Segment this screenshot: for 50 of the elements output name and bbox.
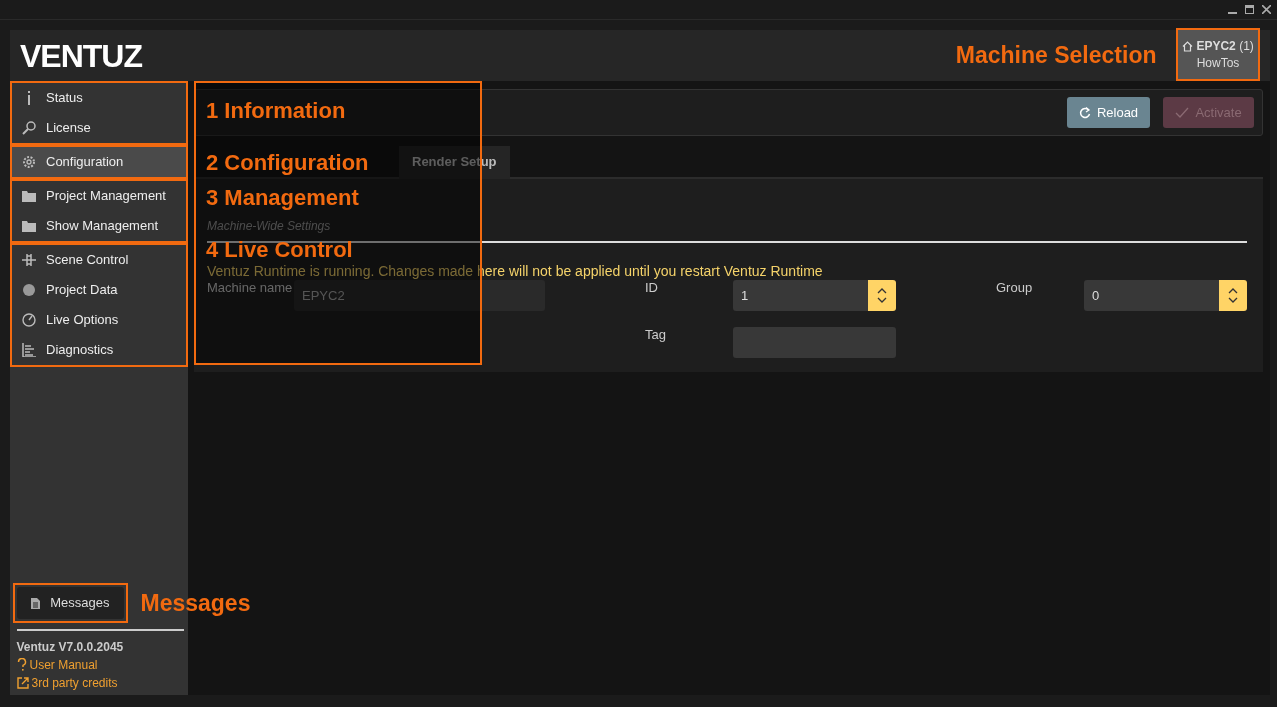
stepper-button[interactable]: [1219, 279, 1247, 311]
chevron-down-icon[interactable]: [1228, 296, 1238, 303]
folder-icon: [22, 220, 36, 232]
chevron-up-icon[interactable]: [1228, 287, 1238, 294]
reload-button[interactable]: Reload: [1067, 97, 1150, 128]
circle-icon: [22, 283, 36, 297]
sidebar-item[interactable]: Project Management: [12, 181, 186, 211]
machine-button[interactable]: EPYC2 (1) HowTos: [1176, 28, 1260, 81]
document-icon: [31, 597, 41, 609]
home-icon: [1182, 40, 1194, 52]
sidebar-item[interactable]: Show Management: [12, 211, 186, 241]
field-label: ID: [645, 279, 659, 297]
folder-icon: [22, 190, 36, 202]
bar-chart-icon: [22, 343, 36, 357]
annotation-label: 2 Configuration: [206, 151, 369, 176]
number-field[interactable]: 0: [1084, 279, 1219, 311]
sidebar-item[interactable]: Diagnostics: [12, 335, 186, 365]
number-field[interactable]: 1: [733, 279, 868, 311]
field-label: Group: [996, 279, 1034, 297]
annotation-label: 3 Management: [206, 186, 359, 211]
sidebar-item[interactable]: Live Options: [12, 305, 186, 335]
chevron-down-icon[interactable]: [877, 296, 887, 303]
annotation-label: 4 Live Control: [206, 238, 353, 263]
sidebar-item[interactable]: Scene Control: [12, 245, 186, 275]
slider-icon: [22, 253, 36, 267]
link[interactable]: User Manual: [16, 655, 182, 674]
version-text: Ventuz V7.0.0.2045: [16, 638, 125, 656]
check-icon: [1175, 107, 1190, 118]
messages-button[interactable]: Messages: [17, 587, 124, 619]
help-icon: [16, 658, 27, 672]
link[interactable]: 3rd party credits: [16, 673, 182, 692]
field-label: Tag: [645, 326, 667, 344]
refresh-icon: [1078, 106, 1091, 119]
annotation-label: 1 Information: [206, 99, 346, 124]
chevron-up-icon[interactable]: [877, 287, 887, 294]
settings-icon: [22, 155, 36, 169]
close-icon[interactable]: [1262, 5, 1271, 14]
gauge-icon: [22, 313, 36, 327]
sidebar-item[interactable]: Configuration: [12, 147, 186, 177]
input-field[interactable]: [733, 326, 896, 358]
annotation-label: Machine Selection: [955, 41, 1157, 71]
stepper-button[interactable]: [868, 279, 896, 311]
sidebar-item[interactable]: Status: [12, 83, 186, 113]
external-link-icon: [16, 676, 29, 689]
logo: VENTUZ: [20, 36, 142, 76]
field-label: Machine name: [207, 279, 294, 297]
maximize-icon[interactable]: [1245, 5, 1254, 14]
sidebar-item[interactable]: License: [12, 113, 186, 143]
annotation-label: Messages: [140, 588, 251, 618]
sidebar-item[interactable]: Project Data: [12, 275, 186, 305]
